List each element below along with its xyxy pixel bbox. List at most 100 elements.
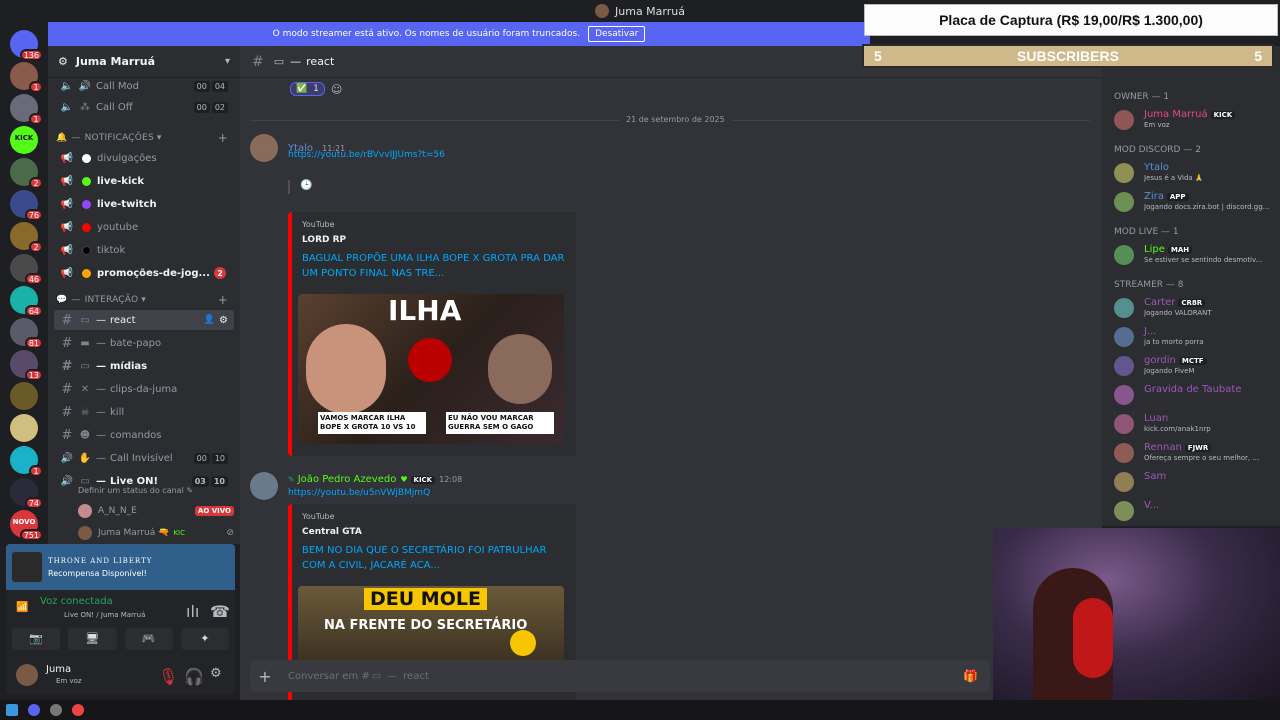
activity-button[interactable]: 🎮	[124, 628, 173, 650]
windows-start-icon[interactable]	[6, 704, 18, 716]
server-icon-new-server[interactable]: NOVO 751	[10, 510, 43, 541]
embed-title[interactable]: BAGUAL PROPÕE UMA ILHA BOPE X GROTA PRA …	[302, 251, 566, 281]
video-thumbnail[interactable]: DEU MOLE NA FRENTE DO SECRETÁRIO	[298, 586, 564, 666]
server-icon-server-13[interactable]: 1	[10, 446, 43, 477]
settings-gear-icon[interactable]: ⚙	[210, 666, 222, 681]
channel-3[interactable]: 📢 youtube	[54, 217, 234, 237]
server-icon-kick-server[interactable]: KICK	[10, 126, 38, 154]
mic-muted-icon[interactable]: 🎙	[158, 667, 178, 686]
member-item[interactable]: gordin MCTF Jogando FiveM	[1114, 354, 1276, 380]
member-item[interactable]: Rennan FJWR Ofereça sempre o seu melhor, .…	[1114, 441, 1276, 467]
disconnect-icon[interactable]: ☎	[210, 602, 230, 621]
server-icon-server-6[interactable]: 2	[10, 222, 43, 253]
member-item[interactable]: Juma Marruá KICK Em voz	[1114, 108, 1276, 134]
avatar[interactable]	[250, 134, 278, 162]
member-item[interactable]: Gravida de Taubate	[1114, 383, 1276, 409]
embed-title[interactable]: BEM NO DIA QUE O SECRETÁRIO FOI PATRULHA…	[302, 543, 566, 573]
channel-voice-6[interactable]: 🔊 ✋ — Call Invisível 00 10	[54, 448, 234, 468]
noise-icon[interactable]: ılı	[186, 602, 199, 621]
server-icon-server-2[interactable]: 1	[10, 94, 43, 125]
member-item[interactable]: Lipe MAH Se estiver se sentindo desmotiv..…	[1114, 243, 1276, 269]
voice-channel-call-mod[interactable]: 🔈 🔊 Call Mod 00 04	[54, 76, 234, 96]
server-icon-server-8[interactable]: 64	[10, 286, 43, 317]
message-link[interactable]: https://youtu.be/rBVvvIJJUms?t=56	[288, 150, 445, 160]
reaction-check[interactable]: ✅ 1	[290, 82, 325, 96]
channel-dash: —	[290, 55, 302, 68]
server-icon-server-10[interactable]: 13	[10, 350, 43, 381]
settings-gear-icon[interactable]: ⚙	[219, 315, 228, 326]
soundboard-button[interactable]: ✦	[180, 628, 229, 650]
channel-5[interactable]: 📢 promoções-de-jog... 2	[54, 263, 234, 283]
speaker-icon: 🔈	[60, 101, 74, 113]
channel-0[interactable]: 📢 divulgações	[54, 148, 234, 168]
mention-badge: 81	[24, 337, 43, 349]
status-dot-icon	[82, 176, 91, 186]
plus-icon[interactable]: +	[218, 131, 228, 145]
avatar[interactable]	[250, 472, 278, 500]
message-link[interactable]: https://youtu.be/u5nVWjBMjmQ	[288, 488, 430, 498]
server-icon-server-5[interactable]: 76	[10, 190, 43, 221]
channel-voice-7[interactable]: 🔊 ▭ — Live ON! 03 10	[54, 471, 234, 491]
headphone-muted-icon[interactable]: 🎧	[184, 667, 204, 686]
voice-member-1[interactable]: A_N_N_E AO VIVO	[78, 502, 234, 520]
member-item[interactable]: J... ja to morto porra	[1114, 325, 1276, 351]
camera-off-button[interactable]: 📷	[12, 628, 61, 650]
message-author[interactable]: João Pedro Azevedo	[298, 474, 397, 485]
channel-text-4[interactable]: # ☠ — kill	[54, 402, 234, 422]
embed-provider[interactable]: YouTube	[302, 220, 566, 229]
channel-text-5[interactable]: # ☻ — comandos	[54, 425, 234, 445]
channel-dash: —	[96, 406, 106, 418]
reaction-row: ✅ 1 ☺	[290, 82, 342, 96]
add-reaction-icon[interactable]: ☺	[331, 83, 342, 96]
video-thumbnail[interactable]: ILHA VAMOS MARCAR ILHA BOPE X GROTA 10 V…	[298, 294, 564, 444]
member-item[interactable]: Sam	[1114, 470, 1276, 496]
gift-icon[interactable]: 🎁	[963, 669, 978, 683]
channel-1[interactable]: 📢 live-kick	[54, 171, 234, 191]
server-icon-server-12[interactable]	[10, 414, 38, 442]
server-icon-server-11[interactable]	[10, 382, 38, 410]
voice-member-2[interactable]: Juma Marruá 🔫 KIC ⊘	[78, 524, 234, 542]
channel-text-0[interactable]: # ▭ — react 👤 ⚙	[54, 310, 234, 330]
plus-circle-icon[interactable]: +	[250, 667, 280, 686]
chrome-taskbar-icon[interactable]	[72, 704, 84, 716]
voice-channel-call-off[interactable]: 🔈 ⁂ Call Off 00 02	[54, 97, 234, 117]
channel-4[interactable]: 📢 tiktok	[54, 240, 234, 260]
plus-icon[interactable]: +	[218, 293, 228, 307]
channel-text-3[interactable]: # ✕ — clips-da-juma	[54, 379, 234, 399]
reward-banner[interactable]: THRONE AND LIBERTY Recompensa Disponível…	[6, 544, 235, 590]
voice-member-name: A_N_N_E	[98, 506, 137, 516]
server-icon-server-1[interactable]: 1	[10, 62, 43, 93]
guild-header[interactable]: ⚙ Juma Marruá ▾	[48, 46, 240, 78]
server-icon-server-7[interactable]: 46	[10, 254, 43, 285]
category-interaction[interactable]: 💬 — INTERAÇÃO ▾ +	[56, 292, 234, 308]
avatar	[1114, 472, 1134, 492]
channel-dash: —	[387, 670, 398, 682]
member-item[interactable]: Zira APP Jogando docs.zira.bot | discord.g…	[1114, 190, 1276, 216]
server-icon-discord-home[interactable]: 136	[10, 30, 43, 61]
voice-connection[interactable]: 📶 Voz conectada Live ON! / Juma Marruá ı…	[16, 596, 230, 626]
member-item[interactable]: V...	[1114, 499, 1276, 525]
member-item[interactable]: Luan kick.com/anak1nrp	[1114, 412, 1276, 438]
discord-taskbar-icon[interactable]	[28, 704, 40, 716]
member-item[interactable]: Carter CR8R Jogando VALORANT	[1114, 296, 1276, 322]
category-notifications[interactable]: 🔔 — NOTIFICAÇÕES ▾ +	[56, 130, 234, 146]
server-icon-server-4[interactable]: 2	[10, 158, 43, 189]
embed-provider[interactable]: YouTube	[302, 512, 566, 521]
member-name: V...	[1144, 500, 1160, 511]
count-limit: 10	[210, 475, 228, 487]
user-info[interactable]: Juma Em voz 🎙 🎧 ⚙	[12, 660, 229, 690]
channel-text-1[interactable]: # ▬ — bate-papo	[54, 333, 234, 353]
embed-author[interactable]: Central GTA	[302, 527, 566, 537]
app-taskbar-icon[interactable]	[50, 704, 62, 716]
server-icon-server-9[interactable]: 81	[10, 318, 43, 349]
server-icon-server-14[interactable]: 74	[10, 478, 43, 509]
member-tag: KICK	[410, 475, 436, 484]
message-composer[interactable]: + Conversar em # ▭ — react 🎁	[250, 660, 990, 692]
member-item[interactable]: Ytalo Jesus é a Vida 🙏	[1114, 161, 1276, 187]
add-member-icon[interactable]: 👤	[204, 315, 215, 325]
share-screen-button[interactable]: 🖥	[68, 628, 117, 650]
channel-2[interactable]: 📢 live-twitch	[54, 194, 234, 214]
embed-author[interactable]: LORD RP	[302, 235, 566, 245]
channel-text-2[interactable]: # ▭ — mídias	[54, 356, 234, 376]
disable-streamer-mode-button[interactable]: Desativar	[588, 26, 646, 42]
